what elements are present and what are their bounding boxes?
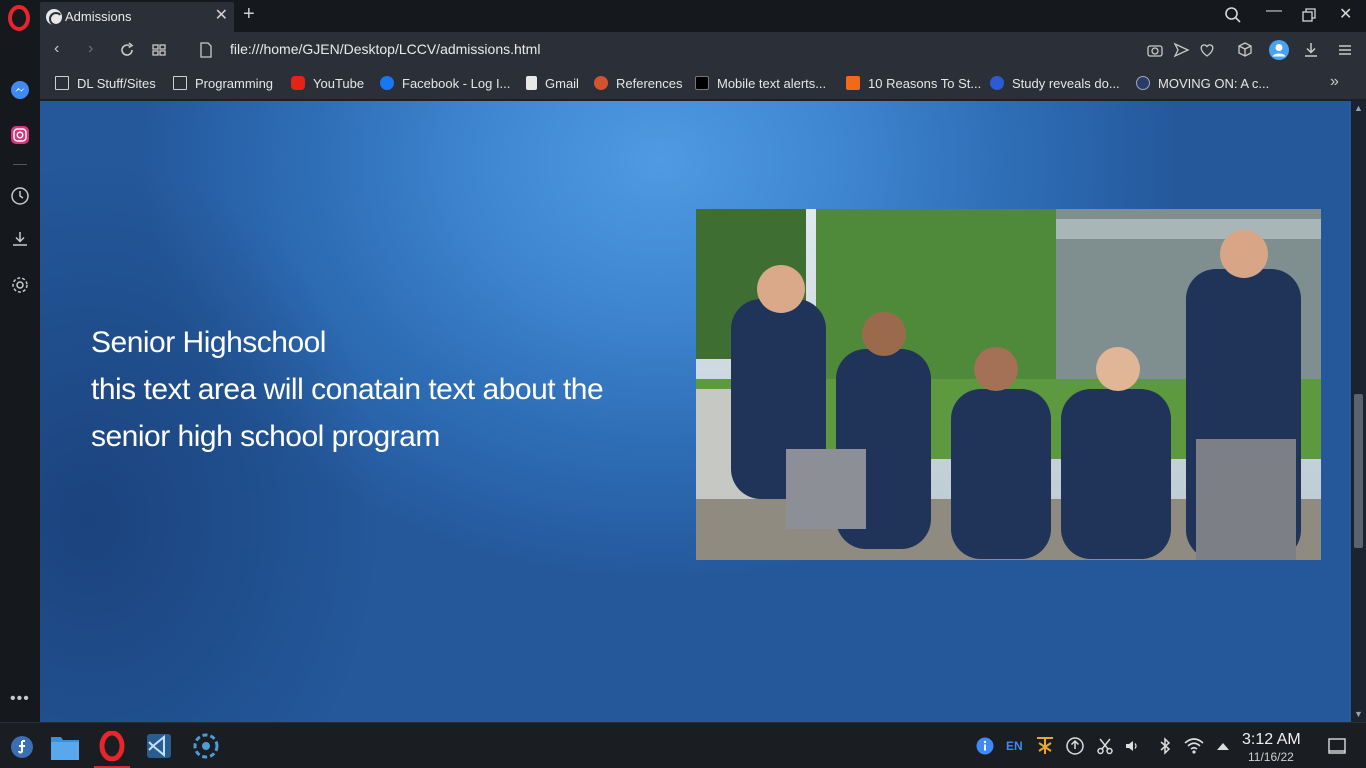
section-heading: Senior Highschool	[91, 326, 326, 359]
fedora-start-icon[interactable]	[10, 735, 34, 759]
more-bookmarks-icon[interactable]: »	[1330, 73, 1339, 91]
easy-setup-menu-icon[interactable]	[1336, 41, 1354, 59]
restore-button[interactable]	[1302, 8, 1316, 22]
bookmarks-bar: DL Stuff/Sites Programming YouTube Faceb…	[40, 68, 1366, 100]
senior-highschool-section: Senior Highschool this text area will co…	[91, 319, 681, 460]
tab-strip: Admissions ✕ + — ✕	[0, 0, 1366, 32]
tab-close-icon[interactable]: ✕	[215, 5, 228, 25]
facebook-icon	[380, 76, 394, 90]
scissors-icon[interactable]	[1096, 737, 1114, 755]
tab-title: Admissions	[65, 9, 132, 24]
forward-button[interactable]: ›	[88, 40, 93, 58]
url-field[interactable]: file:///home/GJEN/Desktop/LCCV/admission…	[230, 41, 540, 57]
sidebar-more-icon[interactable]: •••	[10, 690, 30, 708]
students-photo	[696, 209, 1321, 560]
instagram-icon[interactable]	[10, 125, 30, 145]
downloads-icon[interactable]	[1302, 41, 1320, 59]
bookmark-mobile-text-alerts[interactable]: Mobile text alerts...	[695, 76, 826, 91]
section-description: this text area will conatain text about …	[91, 373, 604, 453]
sidebar-divider	[13, 164, 27, 165]
inq-icon	[990, 76, 1004, 90]
wifi-icon[interactable]	[1184, 737, 1204, 755]
show-desktop-icon[interactable]	[1328, 737, 1346, 755]
bookmark-references[interactable]: References	[594, 76, 682, 91]
bookmark-dl-stuff[interactable]: DL Stuff/Sites	[55, 76, 156, 91]
bookmark-moving-on[interactable]: MOVING ON: A c...	[1136, 76, 1269, 91]
globe-icon	[46, 9, 63, 26]
close-window-button[interactable]: ✕	[1339, 4, 1352, 24]
snapshot-icon[interactable]	[1146, 41, 1164, 59]
aperture-app-icon[interactable]	[193, 732, 219, 760]
update-icon[interactable]	[1066, 737, 1084, 755]
folder-icon	[55, 76, 69, 90]
send-icon[interactable]	[1172, 41, 1190, 59]
sidebar: •••	[0, 32, 40, 722]
settings-gear-icon[interactable]	[10, 275, 30, 295]
extensions-cube-icon[interactable]	[1236, 41, 1254, 59]
back-button[interactable]: ‹	[54, 40, 59, 58]
opera-logo-icon[interactable]	[6, 5, 32, 31]
bookmark-facebook[interactable]: Facebook - Log I...	[380, 76, 510, 91]
language-indicator[interactable]: EN	[1006, 739, 1023, 753]
bookmark-study-reveals[interactable]: Study reveals do...	[990, 76, 1120, 91]
file-page-icon[interactable]	[197, 41, 215, 59]
w-icon	[695, 76, 709, 90]
minimize-button[interactable]: —	[1266, 2, 1282, 20]
opera-taskbar-icon[interactable]	[97, 731, 127, 761]
downloads-sidebar-icon[interactable]	[10, 229, 30, 249]
address-bar-row: ‹ › file:///home/GJEN/Desktop/LCCV/admis…	[40, 32, 1366, 68]
bookmark-10-reasons[interactable]: 10 Reasons To St...	[846, 76, 981, 91]
tab-grid-icon[interactable]	[150, 41, 168, 59]
taskbar: EN 3:12 AM 11/16/22	[0, 722, 1366, 768]
graduation-cap-icon	[594, 76, 608, 90]
youtube-icon	[291, 76, 305, 90]
bookmark-youtube[interactable]: YouTube	[291, 76, 364, 91]
new-tab-button[interactable]: +	[243, 3, 255, 26]
clock-time[interactable]: 3:12 AM	[1242, 731, 1301, 749]
tab-admissions[interactable]: Admissions ✕	[40, 2, 234, 32]
reload-icon[interactable]	[118, 41, 136, 59]
info-icon[interactable]	[976, 737, 994, 755]
heart-icon[interactable]	[1198, 41, 1216, 59]
web-page: Senior Highschool this text area will co…	[40, 101, 1351, 722]
scroll-up-arrow-icon[interactable]: ▲	[1354, 103, 1363, 113]
tray-expand-arrow-icon[interactable]	[1216, 741, 1230, 751]
bookmark-programming[interactable]: Programming	[173, 76, 273, 91]
page-scrollbar[interactable]: ▲ ▼	[1351, 101, 1366, 722]
messenger-icon[interactable]	[10, 80, 30, 100]
vscode-icon[interactable]	[146, 733, 172, 759]
history-clock-icon[interactable]	[10, 186, 30, 206]
scrollbar-thumb[interactable]	[1354, 394, 1363, 548]
file-manager-icon[interactable]	[50, 733, 80, 761]
badge-icon	[1136, 76, 1150, 90]
bluetooth-icon[interactable]	[1157, 737, 1173, 755]
folder-icon	[173, 76, 187, 90]
document-icon	[526, 76, 537, 90]
bookmark-gmail[interactable]: Gmail	[526, 76, 579, 91]
search-tabs-icon[interactable]	[1224, 6, 1242, 24]
scroll-down-arrow-icon[interactable]: ▼	[1354, 709, 1363, 719]
clock-date[interactable]: 11/16/22	[1248, 750, 1294, 764]
kdeconnect-icon[interactable]	[1034, 735, 1056, 757]
profile-avatar-icon[interactable]	[1268, 39, 1290, 61]
volume-icon[interactable]	[1124, 738, 1140, 754]
checkbox-icon	[846, 76, 860, 90]
